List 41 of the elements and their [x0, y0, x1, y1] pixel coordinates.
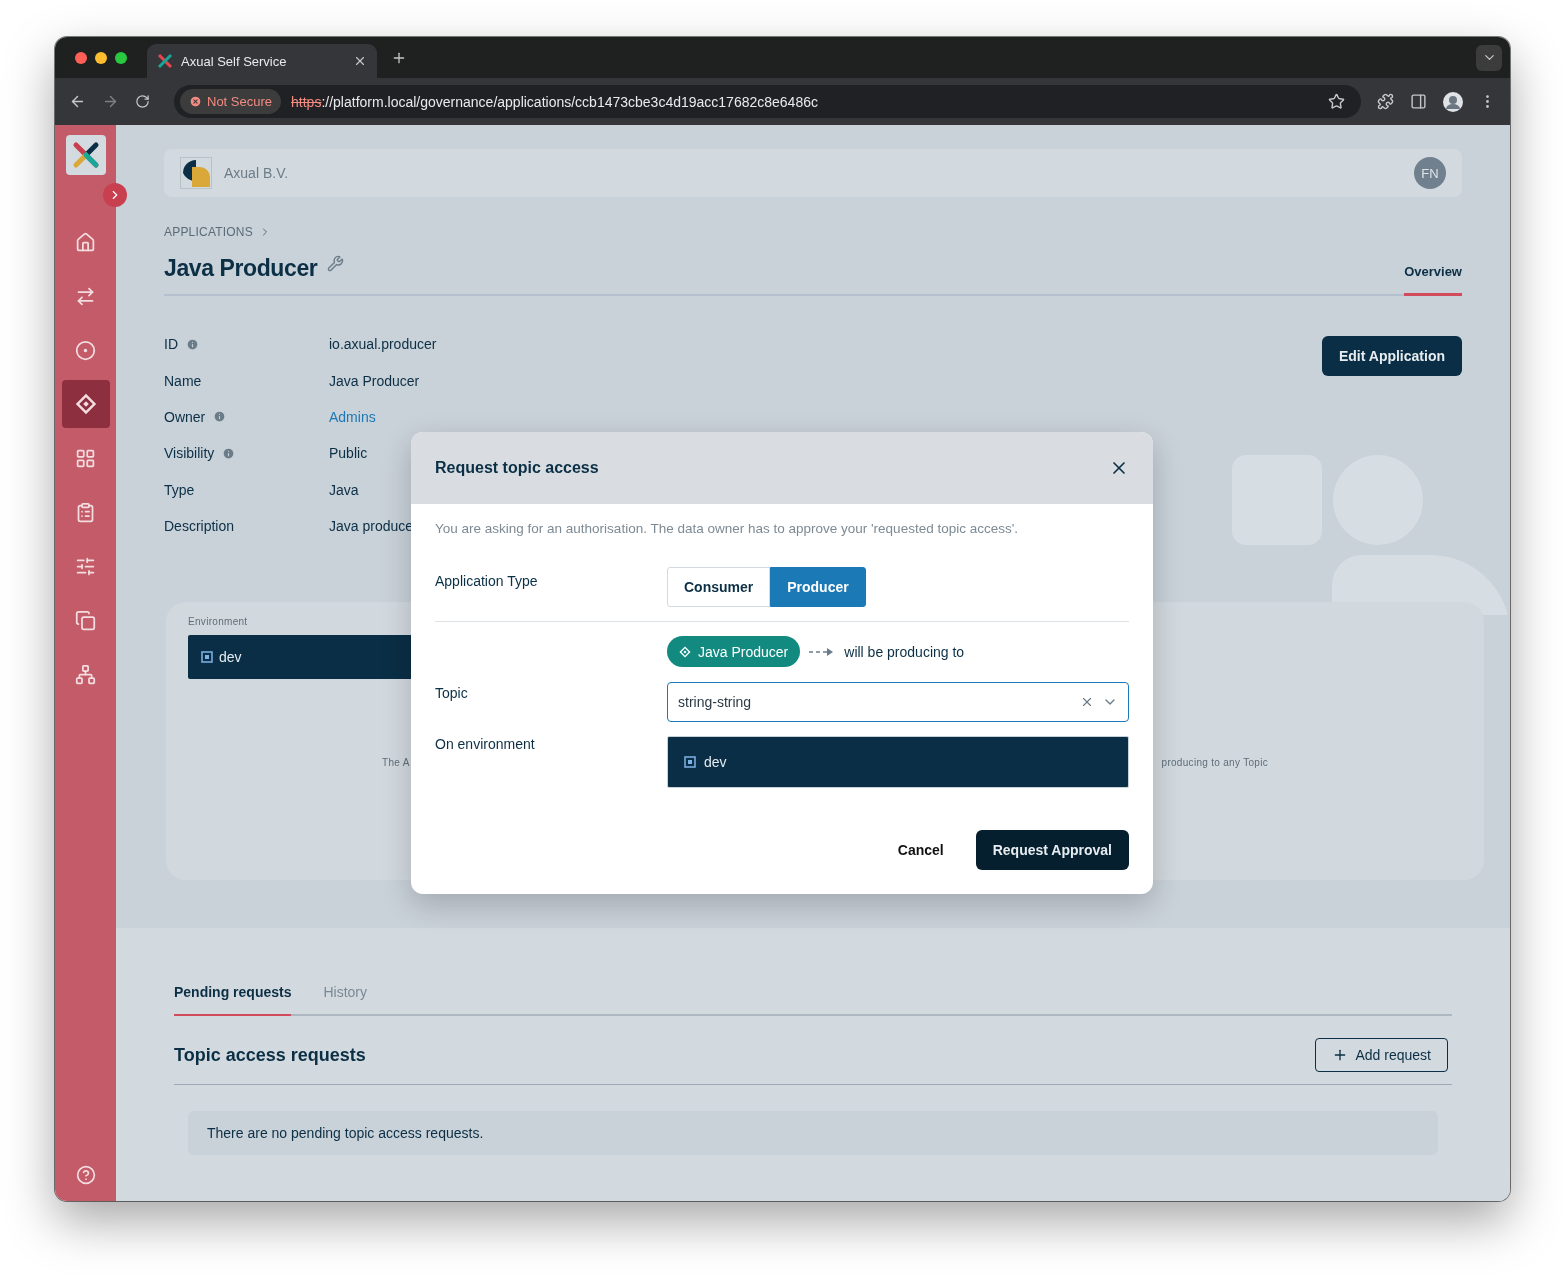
tab-title: Axual Self Service — [181, 53, 288, 69]
field-label: Type — [164, 481, 195, 498]
request-approval-button[interactable]: Request Approval — [975, 830, 1129, 870]
dialog-title: Request topic access — [435, 459, 599, 477]
message-text: The A — [382, 757, 410, 769]
type-option[interactable]: Producer — [770, 567, 866, 607]
field-label: ID — [164, 336, 178, 353]
field-value: io.axual.producer — [329, 336, 437, 353]
page-tab[interactable]: Overview — [1404, 264, 1462, 296]
cancel-button[interactable]: Cancel — [881, 830, 960, 870]
field-value: Public — [329, 445, 368, 462]
section-heading: Topic access requests — [174, 1044, 366, 1066]
field-label: Description — [164, 518, 235, 535]
relation-text: will be producing to — [844, 643, 965, 660]
environment-label: Environment — [188, 616, 249, 628]
field-label: Topic — [435, 684, 469, 701]
browser-tab[interactable]: Axual Self Service — [147, 44, 377, 78]
message-text: producing to any Topic — [1161, 757, 1268, 769]
field-label: Name — [164, 372, 202, 389]
field-label: On environment — [435, 736, 536, 752]
breadcrumb-link[interactable]: APPLICATIONS — [164, 225, 253, 239]
application-chip: Java Producer — [667, 636, 801, 667]
environment-option[interactable]: dev — [667, 736, 1129, 788]
add-request-button[interactable]: Add request — [1314, 1038, 1448, 1073]
field-value: Java produce — [329, 518, 414, 535]
page-title: Java Producer — [164, 255, 318, 282]
field-value: Java Producer — [329, 372, 420, 389]
field-label: Visibility — [164, 445, 215, 462]
empty-message: There are no pending topic access requests. — [188, 1111, 1438, 1156]
topic-select[interactable]: string-string — [667, 682, 1129, 722]
security-chip[interactable]: Not Secure — [180, 89, 282, 114]
organization-name: Axual B.V. — [224, 165, 290, 181]
address-bar[interactable]: Not Secure https://platform.local/governance/applications/ccb1473cbe3c4d19acc17682c8e6486c — [174, 85, 1361, 118]
requests-tab[interactable]: Pending requests — [174, 984, 292, 1017]
field-value: Java — [329, 481, 359, 498]
field-label: Application Type — [435, 572, 539, 589]
type-option[interactable]: Consumer — [667, 567, 771, 607]
url-text: https://platform.local/governance/applications/ccb1473cbe3c4d19acc17682c8e6486c — [291, 93, 819, 110]
dialog-description: You are asking for an authorisation. The data owner has to approve your 'requested topic access'. — [435, 521, 1020, 536]
field-label: Owner — [164, 408, 206, 425]
edit-application-button[interactable]: Edit Application — [1321, 336, 1462, 376]
